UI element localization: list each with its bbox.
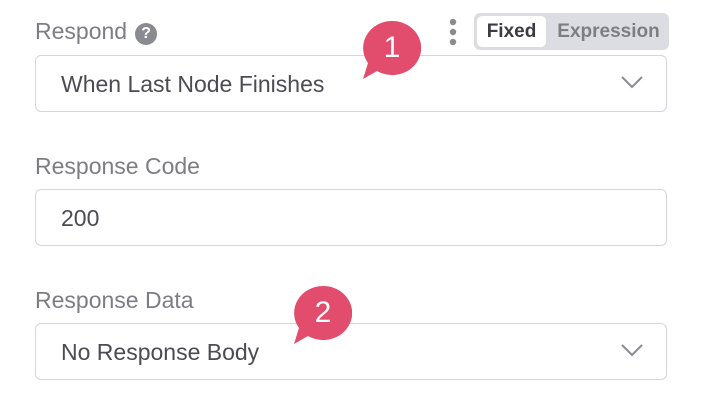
annotation-number: 1 <box>383 31 401 64</box>
response-data-select-value: No Response Body <box>61 339 260 365</box>
annotation-badge-1: 1 <box>363 21 421 79</box>
response-code-label: Response Code <box>35 153 200 179</box>
response-code-input[interactable]: 200 <box>35 189 667 246</box>
annotation-badge-2: 2 <box>294 286 352 344</box>
fixed-toggle-option[interactable]: Fixed <box>477 16 546 47</box>
fixed-expression-toggle: Fixed Expression <box>474 13 669 50</box>
chevron-down-icon[interactable] <box>620 74 644 90</box>
response-data-label: Response Data <box>35 287 194 313</box>
respond-select[interactable]: When Last Node Finishes <box>35 55 667 112</box>
response-code-value: 200 <box>61 205 100 231</box>
respond-label-text: Respond <box>35 18 128 44</box>
chevron-down-icon[interactable] <box>620 342 644 358</box>
question-circle-icon[interactable]: ? <box>135 23 158 45</box>
webhook-parameters-panel: Respond? Fixed Expression When Last Node… <box>0 0 710 404</box>
respond-label: Respond? <box>35 17 158 45</box>
kebab-icon[interactable] <box>445 18 461 46</box>
respond-select-value: When Last Node Finishes <box>61 71 325 97</box>
annotation-number: 2 <box>314 296 332 329</box>
expression-toggle-option[interactable]: Expression <box>551 16 666 47</box>
